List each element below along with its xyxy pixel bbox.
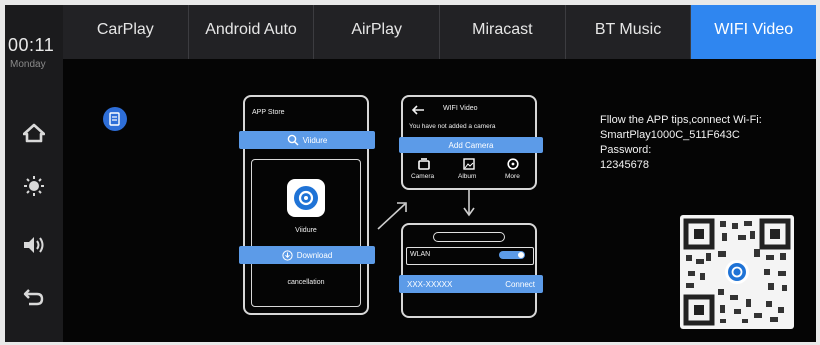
back-icon [23,289,44,306]
weekday: Monday [10,59,46,70]
wlan-row: WLAN [406,247,534,265]
home-button[interactable] [19,118,49,148]
nav-album-label: Album [458,173,477,180]
instruction-ssid: SmartPlay1000C_511F643C [600,129,740,141]
source-tabs: CarPlay Android Auto AirPlay Miracast BT… [63,5,816,59]
instruction-line-1: Fllow the APP tips,connect Wi-Fi: [600,114,762,126]
nav-camera-label: Camera [411,173,435,180]
brightness-button[interactable] [19,171,49,201]
app-store-phone: APP Store Viidure Viidure Download cance… [239,95,375,315]
tab-bt-music[interactable]: BT Music [566,5,692,59]
search-label: Viidure [302,135,328,145]
app-logo [287,179,325,217]
tab-miracast[interactable]: Miracast [440,5,566,59]
cancel-label: cancellation [287,279,325,286]
brightness-icon [24,176,44,196]
document-icon [109,112,120,126]
ssid-label: XXX-XXXXX [407,279,453,289]
download-bar: Download [239,246,375,264]
volume-icon [24,237,44,253]
camera-app-icon [294,186,318,210]
wifi-app-title: WIFI Video [443,105,478,112]
arrow-left-icon [411,105,424,115]
ssid-bar: XXX-XXXXX Connect [399,275,543,293]
wifi-video-panel: APP Store Viidure Viidure Download cance… [63,59,816,342]
more-icon [507,158,519,170]
wlan-label: WLAN [410,251,431,258]
clock: 00:11 [8,35,55,55]
search-bar: Viidure [239,131,375,149]
download-label: Download [296,250,333,260]
manual-button[interactable] [103,107,127,131]
back-button[interactable] [19,281,49,311]
left-rail: 00:11 Monday [5,5,63,342]
home-icon [23,123,45,143]
arrow-down-icon [463,190,475,217]
nav-more-label: More [505,173,520,180]
tab-airplay[interactable]: AirPlay [314,5,441,59]
download-icon [282,249,293,261]
qr-code [680,215,794,329]
tab-android-auto[interactable]: Android Auto [189,5,315,59]
no-camera-text: You have not added a camera [409,123,496,130]
instruction-password: 12345678 [600,159,649,171]
volume-button[interactable] [19,230,49,260]
app-name: Viidure [295,227,317,234]
wlan-toggle [499,251,525,259]
wifi-video-phone: WIFI Video You have not added a camera A… [399,95,543,190]
search-icon [287,134,299,146]
tab-carplay[interactable]: CarPlay [63,5,189,59]
camera-icon [418,158,430,170]
store-title: APP Store [252,109,285,116]
connection-instructions: Fllow the APP tips,connect Wi-Fi: SmartP… [600,113,762,173]
instruction-password-label: Password: [600,144,652,156]
tab-wifi-video[interactable]: WIFI Video [691,5,816,59]
carplay-screen: 00:11 Monday CarPlay Android Auto AirPla… [5,5,816,342]
album-icon [463,158,475,170]
speaker-slot [433,232,505,242]
connect-label: Connect [505,279,535,289]
add-camera-bar: Add Camera [399,137,543,153]
wlan-phone: WLAN XXX-XXXXX Connect [399,223,543,318]
qr-code-icon [683,218,791,326]
